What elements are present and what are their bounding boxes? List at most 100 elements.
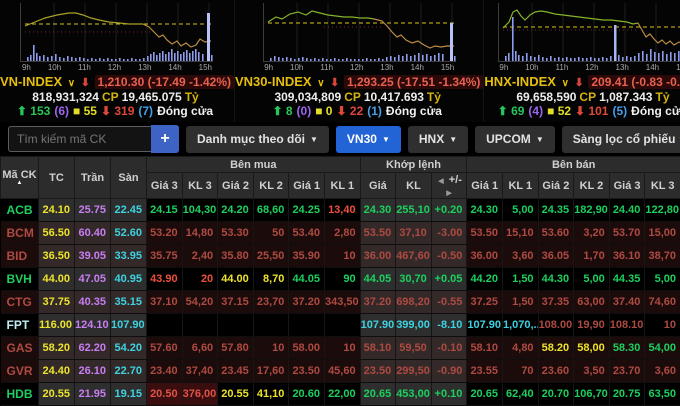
caret-down-icon: ▼ [449, 135, 457, 144]
up-arrow-icon: ⬆ [17, 104, 27, 118]
index-name[interactable]: VN30-INDEX [235, 74, 312, 89]
tab-vn30[interactable]: VN30▼ [336, 126, 401, 153]
index-name[interactable]: VN-INDEX [0, 74, 62, 89]
cell: 59,50 [396, 337, 432, 360]
cell: 107.90 [467, 314, 503, 337]
col-header[interactable]: Giá 3 [609, 173, 645, 199]
col-header[interactable]: KL 3 [182, 173, 218, 199]
stock-code[interactable]: BCM [1, 222, 39, 245]
cell: -0.50 [431, 245, 467, 268]
stock-code[interactable]: BID [1, 245, 39, 268]
col-header[interactable]: Giá 1 [289, 173, 325, 199]
time-axis: 9h10h11h12h13h14h15h [263, 62, 455, 73]
cell: 23.45 [218, 360, 254, 383]
chevron-down-icon[interactable]: ∨ [317, 78, 324, 89]
chevron-down-icon[interactable]: ∨ [68, 78, 75, 89]
cell: 57.80 [218, 337, 254, 360]
group-header-ask: Bên bán [467, 157, 680, 173]
cell: 62.20 [75, 337, 111, 360]
col-header[interactable]: Giá 2 [538, 173, 574, 199]
market-breadth: ⬆ 153(6)■ 55⬇ 319(7)Đóng cửa [17, 104, 217, 119]
cell: 10 [253, 337, 289, 360]
cell: 44.20 [467, 268, 503, 291]
col-header[interactable]: KL 2 [253, 173, 289, 199]
col-header[interactable]: KL 2 [574, 173, 610, 199]
stock-code[interactable]: GAS [1, 337, 39, 360]
search-input[interactable] [8, 126, 151, 152]
cell: 107.90 [360, 314, 396, 337]
cell: 20.55 [218, 383, 254, 406]
col-header[interactable]: Giá 3 [147, 173, 183, 199]
cell: 37.20 [289, 291, 325, 314]
col-header[interactable]: KL 1 [324, 173, 360, 199]
cell: 24.15 [147, 199, 183, 222]
col-header[interactable]: Giá 1 [467, 173, 503, 199]
cell: 5,00 [645, 268, 680, 291]
cell: 53.50 [467, 222, 503, 245]
tab-upcom[interactable]: UPCOM▼ [475, 126, 555, 153]
cell: 57.60 [147, 337, 183, 360]
row-acb: ACB24.1025.7522.4524.15104,3024.2068,602… [1, 199, 680, 222]
cell: 1,70 [574, 245, 610, 268]
cell: 104,30 [182, 199, 218, 222]
prev-page-icon[interactable]: ◀ [438, 178, 443, 185]
up-arrow-icon: ⬆ [272, 104, 282, 118]
col-header-symbol[interactable]: Mã CK▲ [1, 157, 39, 199]
caret-down-icon: ▼ [382, 135, 390, 144]
watchlist-dropdown[interactable]: Danh mục theo dõi▼ [186, 126, 329, 153]
chevron-down-icon[interactable]: ∨ [562, 78, 569, 89]
col-header[interactable]: KL 1 [502, 173, 538, 199]
col-header-ceiling[interactable]: Trần [75, 157, 111, 199]
cell: 44.00 [39, 268, 75, 291]
cell: 10 [324, 245, 360, 268]
cell: 23.55 [467, 360, 503, 383]
cell: 58,00 [574, 337, 610, 360]
index-down-arrow-icon: ⬇ [330, 77, 339, 89]
stock-code[interactable]: FPT [1, 314, 39, 337]
cell: 63,50 [645, 383, 680, 406]
stock-code[interactable]: GVR [1, 360, 39, 383]
next-page-icon[interactable]: ▶ [446, 190, 451, 197]
cell: 255,10 [396, 199, 432, 222]
cell: 60.40 [75, 222, 111, 245]
cell: 44.35 [609, 268, 645, 291]
stock-screener-dropdown[interactable]: Sàng lọc cổ phiếu★▼ [562, 126, 680, 153]
stock-code[interactable]: ACB [1, 199, 39, 222]
col-header-tc[interactable]: TC [39, 157, 75, 199]
cell: 23,70 [253, 291, 289, 314]
index-name[interactable]: HNX-INDEX [484, 74, 556, 89]
tab-hnx[interactable]: HNX▼ [408, 126, 468, 153]
cell: 20.65 [360, 383, 396, 406]
cell: 2,80 [324, 222, 360, 245]
cell: 37.35 [538, 291, 574, 314]
hnx-index-chart [498, 3, 680, 62]
cell: 24.40 [39, 360, 75, 383]
cell: 453,00 [396, 383, 432, 406]
cell: 1,50 [502, 291, 538, 314]
row-fpt: FPT116.00124.10107.90107.90399,00-8.1010… [1, 314, 680, 337]
col-header[interactable]: Giá 2 [218, 173, 254, 199]
col-header[interactable]: KL [396, 173, 432, 199]
cell: 10 [645, 314, 680, 337]
cell: 21.95 [75, 383, 111, 406]
col-header[interactable]: KL 3 [645, 173, 680, 199]
add-symbol-button[interactable]: + [151, 125, 179, 153]
panel-vn-index: 9h10h11h12h13h14h15h VN-INDEX ∨ ⬇ 1,210.… [0, 0, 235, 122]
stock-code[interactable]: CTG [1, 291, 39, 314]
stock-code[interactable]: HDB [1, 383, 39, 406]
toolbar: + Danh mục theo dõi▼ VN30▼ HNX▼ UPCOM▼ S… [0, 122, 680, 156]
cell: 53.50 [360, 222, 396, 245]
stock-code[interactable]: BVH [1, 268, 39, 291]
cell: 182,90 [574, 199, 610, 222]
row-bid: BID36.5039.0533.9535.752,4035.8025,5035.… [1, 245, 680, 268]
col-header[interactable]: ◀ +/- ▶ [431, 173, 467, 199]
cell [218, 314, 254, 337]
col-header-floor[interactable]: Sàn [111, 157, 147, 199]
cell: 108.00 [538, 314, 574, 337]
down-arrow-icon: ⬇ [575, 104, 585, 118]
down-arrow-icon: ⬇ [336, 104, 346, 118]
cell: 54,20 [182, 291, 218, 314]
col-header[interactable]: Giá [360, 173, 396, 199]
cell: 15,10 [502, 222, 538, 245]
cell: 20.65 [467, 383, 503, 406]
